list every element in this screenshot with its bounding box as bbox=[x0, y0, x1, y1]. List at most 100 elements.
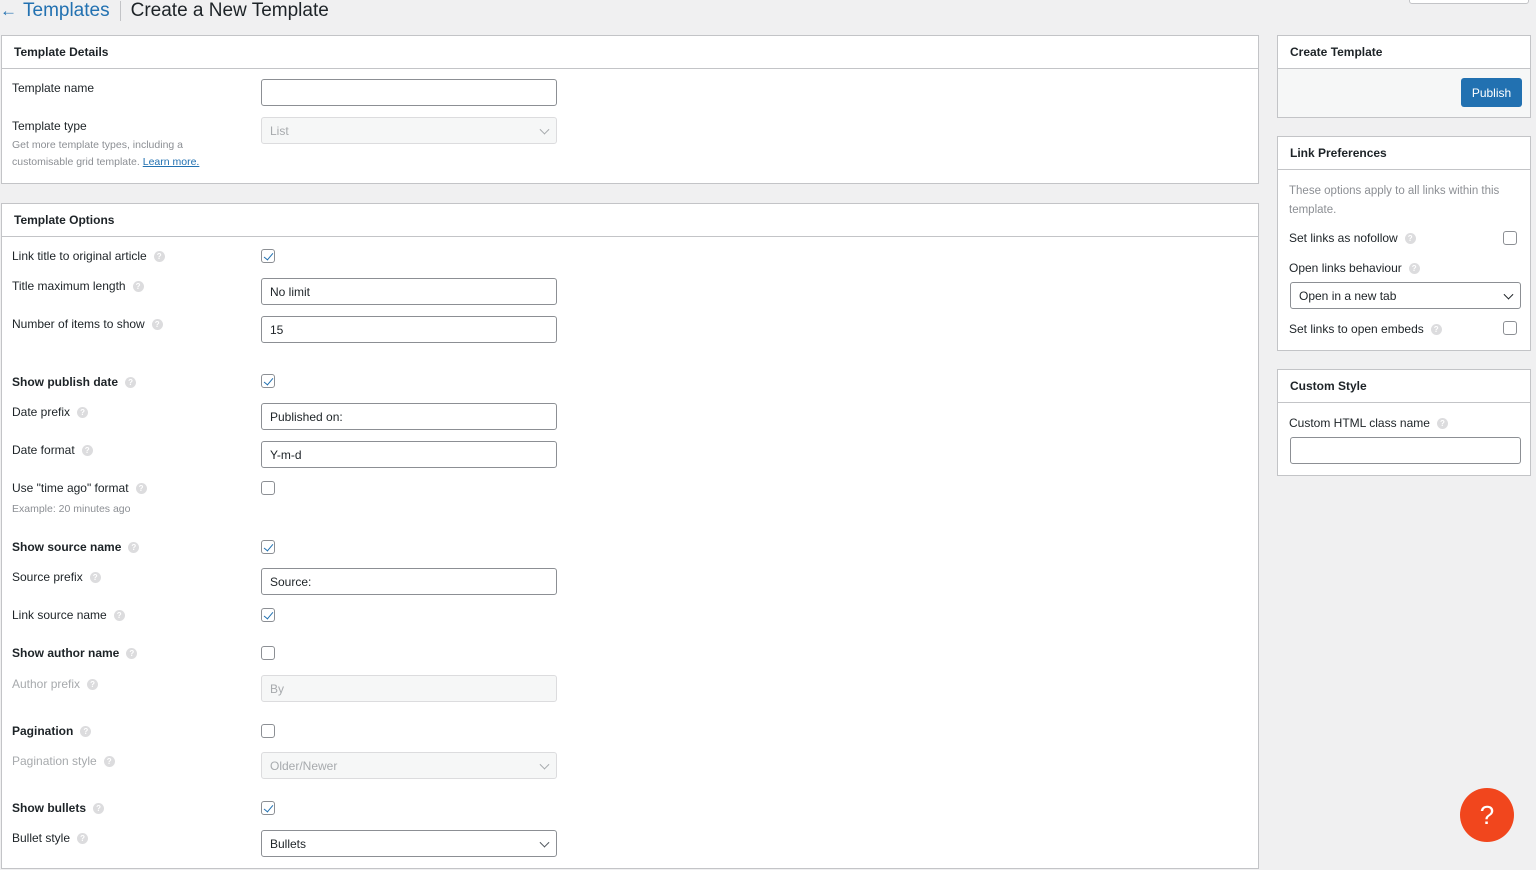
help-beacon-button[interactable]: ? bbox=[1460, 788, 1514, 842]
link-title-label-text: Link title to original article bbox=[12, 249, 147, 263]
pagination-style-value: Older/Newer bbox=[270, 758, 338, 773]
help-icon[interactable]: ? bbox=[126, 647, 138, 659]
custom-class-label: Custom HTML class name? bbox=[1289, 416, 1448, 430]
back-link-label: Templates bbox=[23, 0, 110, 21]
show-date-label: Show publish date? bbox=[12, 375, 137, 389]
screen-options-button[interactable] bbox=[1409, 0, 1529, 4]
help-icon[interactable]: ? bbox=[132, 280, 144, 292]
date-format-label-text: Date format bbox=[12, 443, 75, 457]
create-template-title: Create Template bbox=[1278, 36, 1530, 69]
help-icon[interactable]: ? bbox=[80, 725, 92, 737]
num-items-label: Number of items to show? bbox=[12, 317, 163, 331]
bullet-style-label: Bullet style? bbox=[12, 831, 89, 845]
template-type-label: Template type bbox=[12, 119, 87, 133]
date-format-input[interactable]: Y-m-d bbox=[261, 441, 557, 468]
pagination-checkbox[interactable] bbox=[261, 724, 275, 738]
publish-button[interactable]: Publish bbox=[1461, 78, 1522, 107]
template-options-title: Template Options bbox=[2, 204, 1258, 237]
help-icon[interactable]: ? bbox=[1436, 417, 1448, 429]
link-title-checkbox[interactable] bbox=[261, 249, 275, 263]
source-prefix-value: Source: bbox=[270, 574, 312, 589]
help-icon[interactable]: ? bbox=[77, 832, 89, 844]
pagination-style-label-text: Pagination style bbox=[12, 754, 97, 768]
arrow-left-icon: ← bbox=[0, 1, 17, 20]
title-max-label: Title maximum length? bbox=[12, 279, 144, 293]
date-prefix-input[interactable]: Published on: bbox=[261, 403, 557, 430]
show-bullets-checkbox[interactable] bbox=[261, 801, 275, 815]
date-format-label: Date format? bbox=[12, 443, 93, 457]
pagination-style-label: Pagination style? bbox=[12, 754, 115, 768]
author-prefix-label: Author prefix? bbox=[12, 677, 99, 691]
help-icon[interactable]: ? bbox=[113, 609, 125, 621]
chevron-down-icon bbox=[539, 837, 550, 848]
back-to-templates-link[interactable]: ← Templates bbox=[0, 0, 110, 22]
chevron-down-icon bbox=[1503, 289, 1514, 300]
help-icon[interactable]: ? bbox=[128, 541, 140, 553]
open-behaviour-label: Open links behaviour? bbox=[1289, 261, 1420, 275]
author-prefix-input[interactable]: By bbox=[261, 675, 557, 702]
num-items-value: 15 bbox=[270, 322, 284, 337]
help-icon[interactable]: ? bbox=[1404, 232, 1416, 244]
num-items-input[interactable]: 15 bbox=[261, 316, 557, 343]
source-prefix-label: Source prefix? bbox=[12, 570, 101, 584]
show-source-checkbox[interactable] bbox=[261, 540, 275, 554]
pagination-label: Pagination? bbox=[12, 724, 92, 738]
help-icon[interactable]: ? bbox=[1408, 262, 1420, 274]
link-preferences-title: Link Preferences bbox=[1278, 137, 1530, 170]
show-author-label-text: Show author name bbox=[12, 646, 120, 660]
link-preferences-description: These options apply to all links within … bbox=[1289, 185, 1500, 216]
help-icon[interactable]: ? bbox=[93, 802, 105, 814]
header-divider bbox=[119, 1, 121, 21]
show-author-checkbox[interactable] bbox=[261, 646, 275, 660]
page-title: Create a New Template bbox=[130, 0, 329, 21]
bullet-style-select[interactable]: Bullets bbox=[261, 830, 557, 857]
open-behaviour-select[interactable]: Open in a new tab bbox=[1290, 282, 1521, 309]
show-bullets-label: Show bullets? bbox=[12, 801, 105, 815]
custom-class-label-text: Custom HTML class name bbox=[1289, 416, 1430, 430]
title-max-value: No limit bbox=[270, 284, 311, 299]
help-icon[interactable]: ? bbox=[87, 678, 99, 690]
help-icon[interactable]: ? bbox=[151, 318, 163, 330]
time-ago-label-text: Use "time ago" format bbox=[12, 481, 129, 495]
nofollow-label: Set links as nofollow? bbox=[1289, 231, 1416, 245]
template-type-select[interactable]: List bbox=[261, 117, 557, 144]
time-ago-checkbox[interactable] bbox=[261, 481, 275, 495]
embeds-label: Set links to open embeds? bbox=[1289, 322, 1442, 336]
source-prefix-label-text: Source prefix bbox=[12, 570, 83, 584]
title-max-input[interactable]: No limit bbox=[261, 278, 557, 305]
nofollow-label-text: Set links as nofollow bbox=[1289, 231, 1398, 245]
help-icon[interactable]: ? bbox=[81, 444, 93, 456]
title-max-label-text: Title maximum length bbox=[12, 279, 126, 293]
help-icon[interactable]: ? bbox=[153, 250, 165, 262]
help-icon[interactable]: ? bbox=[103, 755, 115, 767]
embeds-label-text: Set links to open embeds bbox=[1289, 322, 1424, 336]
help-icon[interactable]: ? bbox=[1430, 323, 1442, 335]
template-name-input[interactable] bbox=[261, 79, 557, 106]
date-format-value: Y-m-d bbox=[270, 447, 302, 462]
show-date-label-text: Show publish date bbox=[12, 375, 119, 389]
date-prefix-label: Date prefix? bbox=[12, 405, 89, 419]
help-icon[interactable]: ? bbox=[89, 571, 101, 583]
learn-more-link[interactable]: Learn more. bbox=[143, 156, 200, 168]
source-prefix-input[interactable]: Source: bbox=[261, 568, 557, 595]
chevron-down-icon bbox=[539, 759, 550, 770]
open-behaviour-value: Open in a new tab bbox=[1299, 288, 1397, 303]
open-behaviour-label-text: Open links behaviour bbox=[1289, 261, 1402, 275]
link-source-checkbox[interactable] bbox=[261, 608, 275, 622]
page-header: ← Templates Create a New Template bbox=[0, 0, 329, 22]
show-bullets-label-text: Show bullets bbox=[12, 801, 87, 815]
help-icon[interactable]: ? bbox=[77, 406, 89, 418]
bullet-style-value: Bullets bbox=[270, 836, 307, 851]
template-options-panel: Template Options bbox=[1, 203, 1259, 869]
help-icon[interactable]: ? bbox=[135, 482, 147, 494]
template-type-value: List bbox=[270, 123, 289, 138]
nofollow-checkbox[interactable] bbox=[1503, 231, 1517, 245]
author-prefix-label-text: Author prefix bbox=[12, 677, 81, 691]
pagination-style-select[interactable]: Older/Newer bbox=[261, 752, 557, 779]
embeds-checkbox[interactable] bbox=[1503, 321, 1517, 335]
template-name-label: Template name bbox=[12, 81, 95, 95]
show-date-checkbox[interactable] bbox=[261, 374, 275, 388]
custom-class-input[interactable] bbox=[1290, 437, 1521, 464]
help-icon[interactable]: ? bbox=[125, 376, 137, 388]
time-ago-example: Example: 20 minutes ago bbox=[12, 503, 131, 515]
